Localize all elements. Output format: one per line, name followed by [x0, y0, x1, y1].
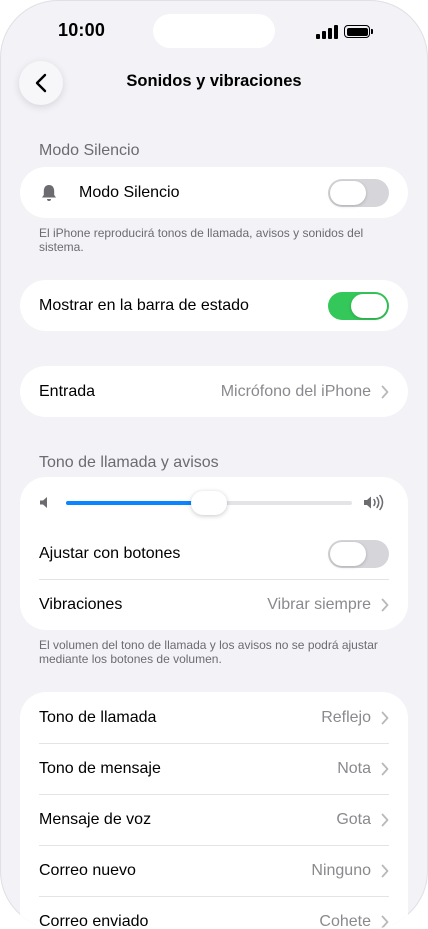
adjust-with-buttons-row: Ajustar con botones: [20, 528, 408, 579]
chevron-right-icon: [381, 385, 389, 398]
cellular-signal-icon: [316, 25, 338, 39]
battery-icon: [344, 25, 374, 38]
chevron-right-icon: [381, 598, 389, 611]
adjust-with-buttons-label: Ajustar con botones: [39, 544, 181, 562]
vibrations-value: Vibrar siempre: [267, 595, 371, 613]
ringtone-footnote: El volumen del tono de llamada y los avi…: [39, 638, 378, 666]
vibrations-row[interactable]: Vibraciones Vibrar siempre: [20, 579, 408, 630]
list-item[interactable]: Correo enviado Cohete: [20, 896, 408, 929]
list-item[interactable]: Tono de llamada Reflejo: [20, 692, 408, 743]
input-row[interactable]: Entrada Micrófono del iPhone: [20, 366, 408, 417]
volume-high-icon: [364, 494, 384, 511]
tone-label: Tono de llamada: [39, 708, 157, 726]
volume-low-icon: [40, 497, 47, 508]
chevron-right-icon: [381, 813, 389, 826]
tones-group: Tono de llamada Reflejo Tono de mensaje …: [20, 692, 408, 929]
list-item[interactable]: Tono de mensaje Nota: [20, 743, 408, 794]
silent-mode-group: Modo Silencio: [20, 167, 408, 218]
dynamic-island: [153, 14, 275, 48]
tone-value: Gota: [336, 810, 371, 828]
tone-value: Nota: [337, 759, 371, 777]
volume-slider-fill: [66, 501, 209, 505]
status-bar-display-group: Mostrar en la barra de estado: [20, 280, 408, 331]
tone-label: Correo enviado: [39, 912, 149, 929]
list-item[interactable]: Correo nuevo Ninguno: [20, 845, 408, 896]
tone-label: Tono de mensaje: [39, 759, 161, 777]
vibrations-label: Vibraciones: [39, 595, 123, 613]
silent-mode-toggle[interactable]: [328, 178, 389, 207]
chevron-right-icon: [381, 915, 389, 928]
input-value: Micrófono del iPhone: [220, 382, 371, 400]
silent-mode-section-header: Modo Silencio: [39, 142, 140, 159]
tone-label: Correo nuevo: [39, 861, 136, 879]
silent-mode-footnote: El iPhone reproducirá tonos de llamada, …: [39, 226, 364, 254]
chevron-right-icon: [381, 762, 389, 775]
volume-slider[interactable]: [66, 491, 352, 515]
volume-slider-row: [20, 477, 408, 528]
silent-mode-label: Modo Silencio: [79, 183, 180, 201]
tone-label: Mensaje de voz: [39, 810, 152, 828]
show-in-status-bar-toggle[interactable]: [328, 291, 389, 320]
bell-icon: [42, 184, 56, 201]
status-bar: 10:00: [0, 0, 428, 64]
silent-mode-row: Modo Silencio: [20, 167, 408, 218]
ringtone-section-header: Tono de llamada y avisos: [39, 454, 219, 471]
phone-frame: 10:00 Sonidos y vibraciones Modo Silenci…: [0, 0, 428, 929]
tone-value: Cohete: [319, 912, 371, 929]
adjust-with-buttons-toggle[interactable]: [328, 539, 389, 568]
input-label: Entrada: [39, 382, 96, 400]
chevron-right-icon: [381, 864, 389, 877]
input-group: Entrada Micrófono del iPhone: [20, 366, 408, 417]
volume-slider-thumb[interactable]: [191, 491, 227, 515]
show-in-status-bar-label: Mostrar en la barra de estado: [39, 296, 249, 314]
show-in-status-bar-row: Mostrar en la barra de estado: [20, 280, 408, 331]
chevron-right-icon: [381, 711, 389, 724]
tone-value: Ninguno: [311, 861, 371, 879]
ringtone-volume-group: Ajustar con botones Vibraciones Vibrar s…: [20, 477, 408, 630]
page-title: Sonidos y vibraciones: [126, 72, 302, 90]
list-item[interactable]: Mensaje de voz Gota: [20, 794, 408, 845]
tone-value: Reflejo: [321, 708, 371, 726]
status-time: 10:00: [58, 20, 106, 40]
